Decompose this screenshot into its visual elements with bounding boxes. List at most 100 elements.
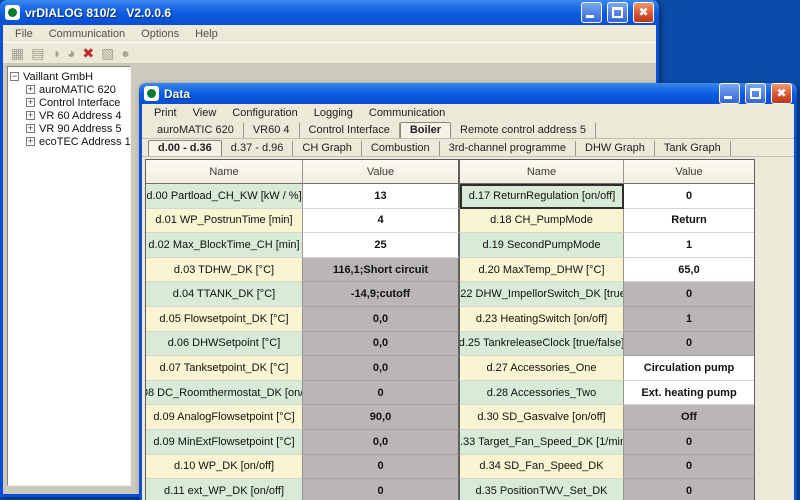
data-minimize-button[interactable] bbox=[719, 83, 740, 104]
param-name-cell[interactable]: d.06 DHWSetpoint [°C] bbox=[146, 331, 303, 357]
param-value-cell[interactable]: Off bbox=[624, 405, 754, 430]
expand-icon[interactable]: + bbox=[26, 98, 35, 107]
param-value-cell[interactable]: 0,0 bbox=[303, 356, 460, 381]
param-value-cell[interactable]: 0 bbox=[303, 479, 460, 500]
param-name-cell[interactable]: d.09 AnalogFlowsetpoint [°C] bbox=[146, 405, 303, 430]
data-close-button[interactable]: ✖ bbox=[771, 83, 792, 104]
menu-file[interactable]: File bbox=[7, 27, 41, 41]
param-value-cell[interactable]: 0 bbox=[624, 282, 754, 307]
param-value-cell[interactable]: 0 bbox=[624, 454, 754, 480]
param-name-cell[interactable]: d.30 SD_Gasvalve [on/off] bbox=[460, 405, 624, 430]
data-menu-communication[interactable]: Communication bbox=[361, 106, 453, 120]
subtab-d-00-d-36[interactable]: d.00 - d.36 bbox=[148, 140, 222, 156]
param-name-cell[interactable]: d.00 Partload_CH_KW [kW / %] bbox=[146, 184, 303, 209]
param-name-cell[interactable]: d.22 DHW_ImpellorSwitch_DK [true/f bbox=[460, 282, 624, 307]
param-value-cell[interactable]: 25 bbox=[303, 233, 460, 258]
param-value-cell[interactable]: 0 bbox=[624, 331, 754, 357]
param-value-cell[interactable]: 0 bbox=[624, 479, 754, 500]
connect-icon[interactable]: ▦ bbox=[11, 43, 24, 63]
tree-item-vr-90-address-5[interactable]: + VR 90 Address 5 bbox=[26, 122, 128, 135]
param-name-cell[interactable]: d.03 TDHW_DK [°C] bbox=[146, 257, 303, 283]
param-name-cell[interactable]: d.20 MaxTemp_DHW [°C] bbox=[460, 257, 624, 283]
main-titlebar[interactable]: vrDIALOG 810/2 V2.0.0.6 ✖ bbox=[0, 0, 659, 25]
subtab-combustion[interactable]: Combustion bbox=[362, 141, 440, 156]
param-value-cell[interactable]: 0,0 bbox=[303, 306, 460, 332]
sound-icon[interactable]: ◑ bbox=[51, 43, 59, 63]
param-name-cell[interactable]: d.17 ReturnRegulation [on/off] bbox=[460, 184, 624, 209]
tab-vr60-4[interactable]: VR60 4 bbox=[244, 123, 300, 138]
param-value-cell[interactable]: 0 bbox=[624, 184, 754, 209]
maximize-button[interactable] bbox=[607, 2, 628, 23]
param-name-cell[interactable]: d.09 MinExtFlowsetpoint [°C] bbox=[146, 429, 303, 455]
param-name-cell[interactable]: d.11 ext_WP_DK [on/off] bbox=[146, 479, 303, 500]
menu-options[interactable]: Options bbox=[133, 27, 187, 41]
param-value-cell[interactable]: Circulation pump bbox=[624, 356, 754, 381]
tree-item-auromatic-620[interactable]: + auroMATIC 620 bbox=[26, 83, 128, 96]
param-name-cell[interactable]: d.04 TTANK_DK [°C] bbox=[146, 282, 303, 307]
subtab-dhw-graph[interactable]: DHW Graph bbox=[576, 141, 655, 156]
param-name-cell[interactable]: d.34 SD_Fan_Speed_DK bbox=[460, 454, 624, 480]
data-menu-configuration[interactable]: Configuration bbox=[224, 106, 305, 120]
tab-remote-control-address-5[interactable]: Remote control address 5 bbox=[451, 123, 596, 138]
param-value-cell[interactable]: Return bbox=[624, 208, 754, 234]
record-icon[interactable]: ● bbox=[121, 43, 129, 63]
param-name-cell[interactable]: d.01 WP_PostrunTime [min] bbox=[146, 208, 303, 234]
data-menu-print[interactable]: Print bbox=[146, 106, 185, 120]
expand-icon[interactable]: + bbox=[26, 124, 35, 133]
param-name-cell[interactable]: d.28 Accessories_Two bbox=[460, 380, 624, 406]
param-name-cell[interactable]: d.08 DC_Roomthermostat_DK [on/off bbox=[146, 380, 303, 406]
data-menu-view[interactable]: View bbox=[185, 106, 225, 120]
subtab-3rd-channel-programme[interactable]: 3rd-channel programme bbox=[440, 141, 577, 156]
copy-icon[interactable]: ▤ bbox=[31, 43, 44, 63]
param-name-cell[interactable]: d.25 TankreleaseClock [true/false] bbox=[460, 331, 624, 357]
param-name-cell[interactable]: d.07 Tanksetpoint_DK [°C] bbox=[146, 356, 303, 381]
param-value-cell[interactable]: 0 bbox=[303, 380, 460, 406]
param-value-cell[interactable]: 90,0 bbox=[303, 405, 460, 430]
collapse-icon[interactable]: − bbox=[10, 72, 19, 81]
expand-icon[interactable]: + bbox=[26, 85, 35, 94]
tab-auromatic-620[interactable]: auroMATIC 620 bbox=[148, 123, 244, 138]
tree-item-root[interactable]: − Vaillant GmbH bbox=[10, 70, 128, 83]
globe-icon[interactable]: ◕ bbox=[67, 43, 75, 63]
menu-communication[interactable]: Communication bbox=[41, 27, 133, 41]
tree-item-vr-60-address-4[interactable]: + VR 60 Address 4 bbox=[26, 109, 128, 122]
expand-icon[interactable]: + bbox=[26, 137, 35, 146]
param-name-cell[interactable]: d.05 Flowsetpoint_DK [°C] bbox=[146, 306, 303, 332]
tab-control-interface[interactable]: Control Interface bbox=[300, 123, 400, 138]
param-name-cell[interactable]: d.19 SecondPumpMode bbox=[460, 233, 624, 258]
param-value-cell[interactable]: 65,0 bbox=[624, 257, 754, 283]
param-value-cell[interactable]: 13 bbox=[303, 184, 460, 209]
subtab-d-37-d-96[interactable]: d.37 - d.96 bbox=[222, 141, 294, 156]
param-value-cell[interactable]: 1 bbox=[624, 306, 754, 332]
disconnect-icon[interactable]: ✖ bbox=[82, 43, 94, 63]
minimize-button[interactable] bbox=[581, 2, 602, 23]
subtab-tank-graph[interactable]: Tank Graph bbox=[655, 141, 731, 156]
param-name-cell[interactable]: d.33 Target_Fan_Speed_DK [1/min] bbox=[460, 429, 624, 455]
param-name-cell[interactable]: d.10 WP_DK [on/off] bbox=[146, 454, 303, 480]
data-maximize-button[interactable] bbox=[745, 83, 766, 104]
expand-icon[interactable]: + bbox=[26, 111, 35, 120]
tab-boiler[interactable]: Boiler bbox=[399, 122, 452, 138]
data-menu-logging[interactable]: Logging bbox=[306, 106, 361, 120]
stats-icon[interactable]: ▧ bbox=[101, 43, 114, 63]
close-button[interactable]: ✖ bbox=[633, 2, 654, 23]
param-value-cell[interactable]: 0,0 bbox=[303, 429, 460, 455]
param-name-cell[interactable]: d.23 HeatingSwitch [on/off] bbox=[460, 306, 624, 332]
param-name-cell[interactable]: d.35 PositionTWV_Set_DK bbox=[460, 479, 624, 500]
tree-item-ecotec-address-1[interactable]: + ecoTEC Address 1 bbox=[26, 135, 130, 148]
param-value-cell[interactable]: 0,0 bbox=[303, 331, 460, 357]
tree-item-control-interface[interactable]: + Control Interface bbox=[26, 96, 128, 109]
param-name-cell[interactable]: d.27 Accessories_One bbox=[460, 356, 624, 381]
subtab-ch-graph[interactable]: CH Graph bbox=[293, 141, 362, 156]
param-name-cell[interactable]: d.18 CH_PumpMode bbox=[460, 208, 624, 234]
param-value-cell[interactable]: Ext. heating pump bbox=[624, 380, 754, 406]
param-value-cell[interactable]: -14,9;cutoff bbox=[303, 282, 460, 307]
param-value-cell[interactable]: 4 bbox=[303, 208, 460, 234]
menu-help[interactable]: Help bbox=[187, 27, 226, 41]
param-value-cell[interactable]: 1 bbox=[624, 233, 754, 258]
data-titlebar[interactable]: Data ✖ bbox=[139, 83, 797, 104]
param-value-cell[interactable]: 0 bbox=[624, 429, 754, 455]
param-value-cell[interactable]: 116,1;Short circuit bbox=[303, 257, 460, 283]
param-name-cell[interactable]: d.02 Max_BlockTime_CH [min] bbox=[146, 233, 303, 258]
param-value-cell[interactable]: 0 bbox=[303, 454, 460, 480]
